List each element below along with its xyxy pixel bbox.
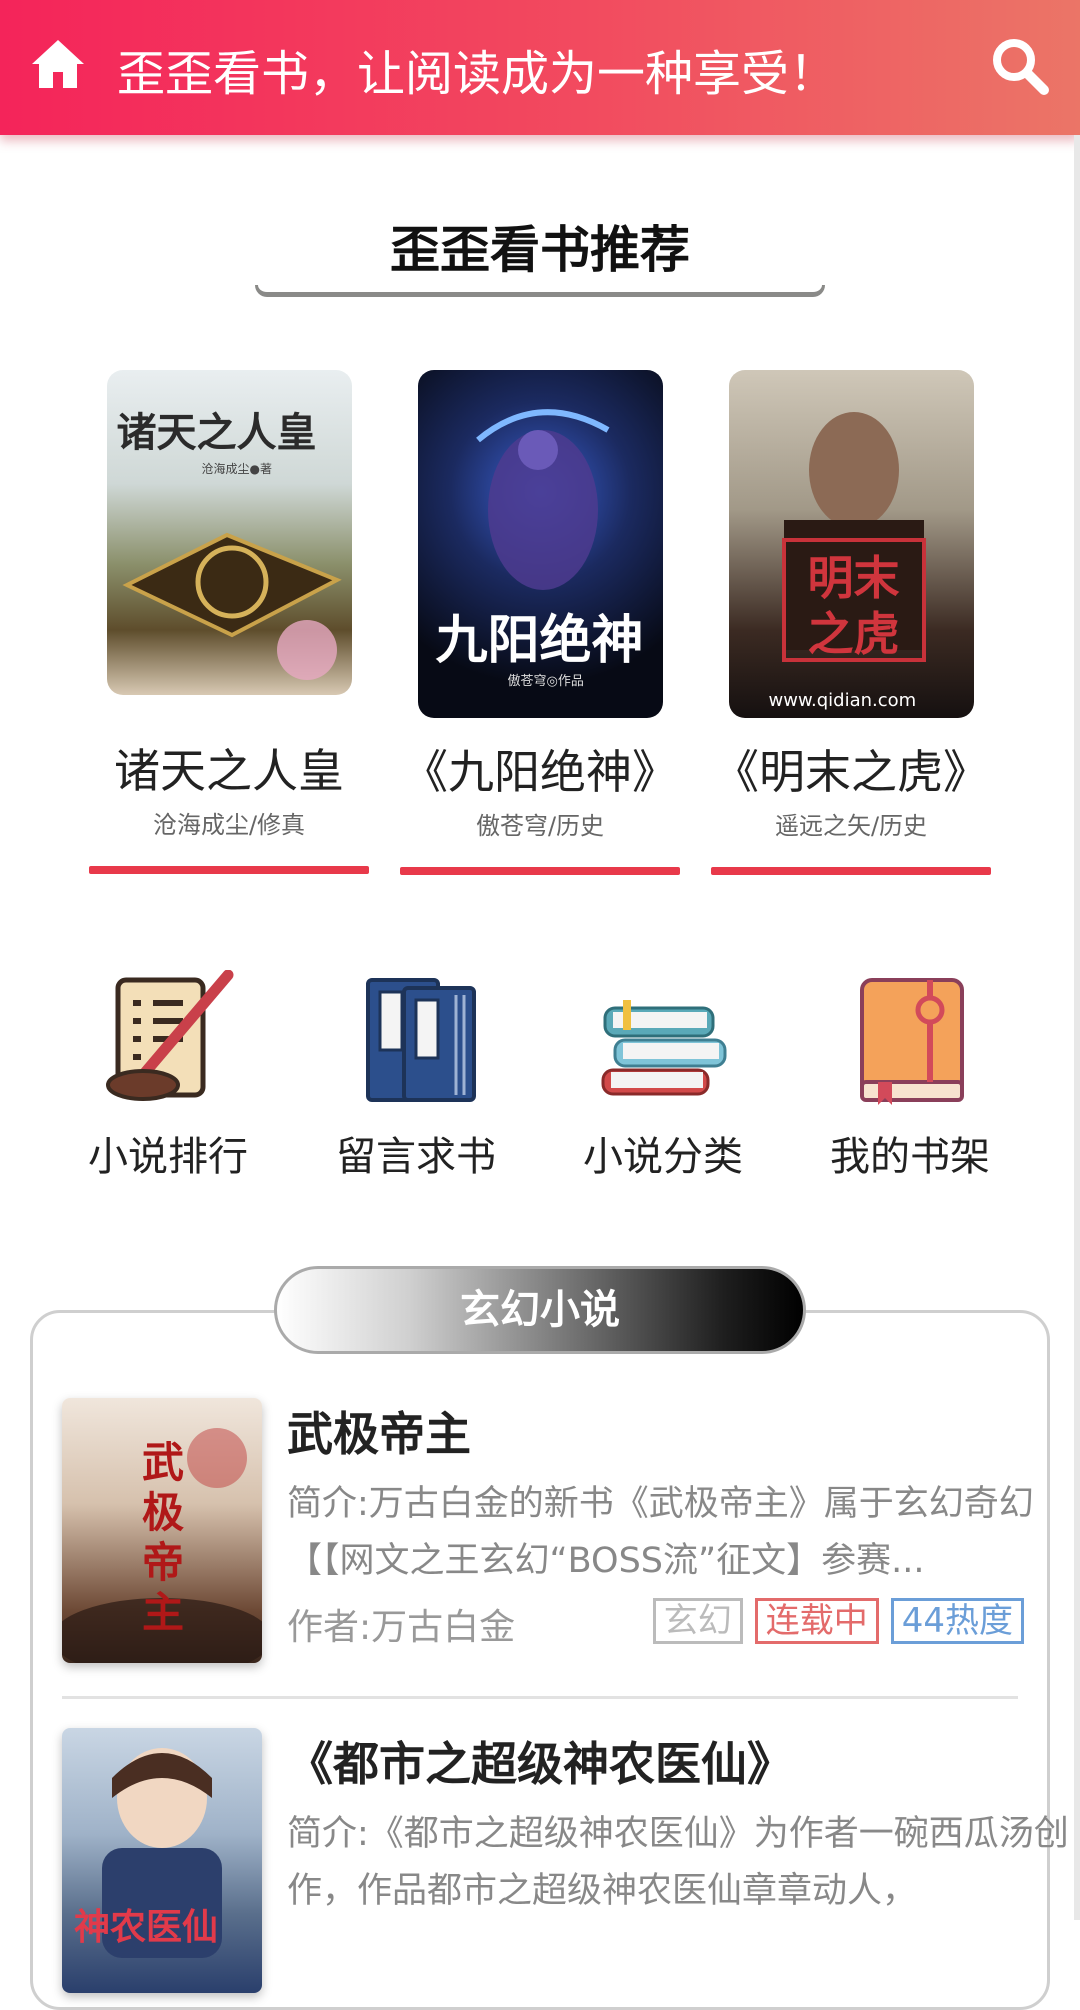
book-title[interactable]: 《九阳绝神》 (400, 736, 680, 802)
scroll-quill-icon (106, 970, 234, 1101)
book-accent-bar (400, 867, 680, 875)
category-classify[interactable]: 小说分类 (553, 970, 773, 1182)
cover-title: 诸天之人皇 (116, 409, 317, 456)
item-divider (62, 1696, 1018, 1699)
item-title[interactable]: 《都市之超级神农医仙》 (287, 1728, 793, 1794)
book-accent-bar (711, 867, 991, 875)
book-stack-icon (601, 1000, 727, 1096)
book-cover[interactable]: 明末之虎 www.qidian.com (728, 370, 974, 718)
book-meta: 沧海成尘/修真 (152, 811, 306, 839)
books-bound-icon (366, 978, 476, 1102)
category-request[interactable]: 留言求书 (306, 970, 526, 1182)
scrollbar[interactable] (1074, 135, 1080, 1920)
book-thumbnail[interactable]: 神农医仙 (62, 1728, 262, 1993)
book-title[interactable]: 《明末之虎》 (711, 736, 991, 802)
recommend-book-1[interactable]: 诸天之人皇 沧海成尘●著 诸天之人皇 沧海成尘/修真 (89, 370, 369, 874)
cover-subtitle: 傲苍穹◎作品 (507, 674, 584, 689)
category-label: 小说排行 (88, 1134, 248, 1180)
item-tags: 玄幻 连载中 44热度 (652, 1598, 1024, 1644)
search-icon[interactable] (990, 36, 1050, 96)
home-icon[interactable] (30, 38, 86, 90)
cover-subtitle: 沧海成尘●著 (201, 462, 272, 476)
item-title[interactable]: 武极帝主 (287, 1398, 471, 1464)
item-author: 作者:万古白金 (287, 1607, 516, 1648)
genre-tag: 玄幻 (652, 1598, 743, 1644)
cover-title: 神农医仙 (74, 1906, 219, 1948)
cover-title: 九阳绝神 (435, 610, 644, 671)
status-tag: 连载中 (754, 1598, 879, 1644)
cover-title: 明末之虎 (807, 551, 900, 661)
book-cover[interactable]: 诸天之人皇 沧海成尘●著 (106, 370, 352, 695)
popularity-tag: 44热度 (890, 1598, 1024, 1644)
category-label: 留言求书 (336, 1134, 496, 1180)
book-title[interactable]: 诸天之人皇 (89, 735, 369, 801)
top-header: 歪歪看书，让阅读成为一种享受！ (0, 0, 1080, 135)
category-label: 小说分类 (583, 1134, 743, 1180)
cover-title: 武极帝主 (142, 1438, 185, 1637)
book-accent-bar (89, 866, 369, 874)
book-meta: 遥远之矢/历史 (774, 812, 928, 840)
category-label: 我的书架 (830, 1134, 990, 1180)
category-ranking[interactable]: 小说排行 (58, 970, 278, 1182)
recommend-title: 歪歪看书推荐 (390, 221, 690, 279)
recommend-title-underline (255, 285, 825, 297)
section-title[interactable]: 玄幻小说 (274, 1266, 806, 1354)
category-bookshelf[interactable]: 我的书架 (800, 970, 1020, 1182)
book-cover[interactable]: 九阳绝神 傲苍穹◎作品 (417, 370, 663, 718)
header-slogan: 歪歪看书，让阅读成为一种享受！ (117, 46, 838, 102)
item-description: 简介:万古白金的新书《武极帝主》属于玄幻奇幻【【网文之王玄幻“BOSS流”征文】… (287, 1484, 1034, 1581)
book-meta: 傲苍穹/历史 (475, 812, 605, 840)
cover-subtitle: www.qidian.com (768, 690, 917, 711)
recommend-book-3[interactable]: 明末之虎 www.qidian.com 《明末之虎》 遥远之矢/历史 (711, 370, 991, 875)
recommend-book-2[interactable]: 九阳绝神 傲苍穹◎作品 《九阳绝神》 傲苍穹/历史 (400, 370, 680, 875)
notebook-icon (860, 978, 964, 1105)
item-description: 简介:《都市之超级神农医仙》为作者一碗西瓜汤创作，作品都市之超级神农医仙章章动人… (287, 1814, 1069, 1911)
book-thumbnail[interactable]: 武极帝主 (62, 1398, 262, 1663)
